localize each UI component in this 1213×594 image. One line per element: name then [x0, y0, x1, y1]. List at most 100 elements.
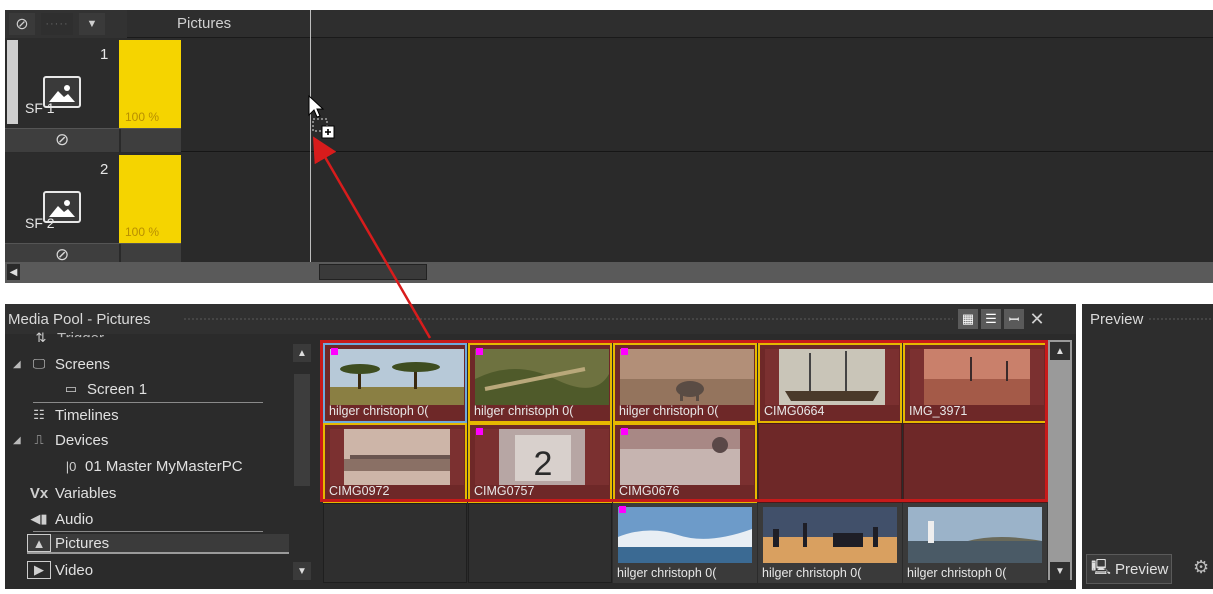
media-caption: hilger christoph 0(	[907, 566, 1007, 580]
media-caption: CIMG0676	[619, 484, 680, 498]
thumbnail-marina	[330, 429, 464, 485]
track-header[interactable]: 2 SF 2 100 % ⊘	[5, 153, 181, 268]
divider	[33, 402, 263, 403]
pictures-icon: ▲	[27, 534, 51, 552]
dropdown-button[interactable]: ▼	[79, 13, 105, 35]
marker	[621, 428, 628, 435]
app-root: ⊘ ····· ▼ Pictures 1 SF 1 100 % ⊘ 2 SF 2…	[0, 0, 1213, 594]
tab-preview[interactable]: 🖳 Preview	[1086, 554, 1172, 584]
close-icon[interactable]: ✕	[1027, 309, 1047, 329]
tree-item-video[interactable]: ▶ Video	[27, 561, 93, 579]
media-item[interactable]: hilger christoph 0(	[468, 343, 612, 423]
tree-scrollbar[interactable]: ▲ ▼	[293, 344, 311, 580]
preview-panel: Preview 🖳 Preview ⚙	[1082, 304, 1213, 589]
tree-item-audio[interactable]: ◀▮ Audio	[27, 510, 93, 528]
thumbnail-dock: 2	[475, 429, 609, 485]
track-label: SF 1	[25, 100, 55, 116]
media-item-empty[interactable]	[323, 503, 467, 583]
scroll-left-arrow-icon[interactable]: ◀	[7, 264, 20, 280]
scroll-up-arrow-icon[interactable]: ▲	[1050, 342, 1070, 360]
scroll-thumb[interactable]	[319, 264, 427, 280]
media-pool-titlebar[interactable]: Media Pool - Pictures ▦ ☰ ꟷ ✕	[5, 304, 1076, 334]
tree-item-pictures[interactable]: ▲ Pictures	[27, 534, 289, 554]
marker	[331, 348, 338, 355]
tree-item-screens[interactable]: ◢ 🖵 Screens	[13, 355, 110, 373]
tab-label: Preview	[1115, 560, 1169, 578]
divider	[33, 531, 263, 532]
media-tree: ⇅ Trigger ◢ 🖵 Screens ▭ Screen 1 ☷ Timeli…	[5, 330, 317, 589]
scroll-up-arrow-icon[interactable]: ▲	[293, 344, 311, 362]
tree-item-label: Audio	[55, 510, 94, 528]
expand-triangle-icon[interactable]: ◢	[13, 359, 27, 370]
tree-item-variables[interactable]: Vx Variables	[27, 484, 117, 502]
opacity-value: 100 %	[125, 110, 160, 124]
audio-icon: ◀▮	[30, 511, 48, 526]
panel-buttons: ▦ ☰ ꟷ ✕	[958, 309, 1047, 329]
pin-icon[interactable]: ꟷ	[1004, 309, 1024, 329]
tree-item-master[interactable]: |0 01 Master MyMasterPC	[61, 457, 243, 475]
tree-item-label: Screens	[55, 355, 111, 373]
media-item-empty[interactable]	[903, 423, 1047, 503]
media-item[interactable]: hilger christoph 0(	[613, 343, 757, 423]
grid-scrollbar[interactable]: ▲ ▼	[1048, 340, 1072, 580]
media-caption: IMG_3971	[909, 404, 968, 418]
track-2[interactable]: 2 SF 2 100 % ⊘	[5, 153, 1213, 268]
thumbnail-elephant	[620, 349, 754, 405]
tree-item-screen-1[interactable]: ▭ Screen 1	[59, 380, 147, 398]
tree-item-label: Timelines	[55, 406, 119, 424]
tree-item-label: Pictures	[55, 534, 110, 552]
gear-icon[interactable]: ⚙	[1193, 557, 1209, 578]
tree-item-devices[interactable]: ◢ ⎍ Devices	[13, 431, 108, 449]
track-label: SF 2	[25, 215, 55, 231]
media-item[interactable]: hilger christoph 0(	[903, 503, 1047, 583]
scroll-thumb[interactable]	[294, 374, 310, 486]
divider	[119, 129, 121, 153]
titlebar-grip	[183, 317, 953, 322]
variables-icon: Vx	[29, 484, 49, 502]
media-item[interactable]: IMG_3971	[903, 343, 1047, 423]
thumbnail-forest	[475, 349, 609, 405]
tree-item-timelines[interactable]: ☷ Timelines	[27, 406, 119, 424]
marker	[476, 428, 483, 435]
media-item-empty[interactable]	[758, 423, 902, 503]
devices-icon: ⎍	[34, 432, 44, 447]
tree-item-trigger[interactable]: ⇅ Trigger	[15, 329, 104, 347]
list-view-icon[interactable]: ☰	[981, 309, 1001, 329]
media-item-empty[interactable]	[468, 503, 612, 583]
tree-item-label: Variables	[55, 484, 117, 502]
media-item[interactable]: CIMG0972	[323, 423, 467, 503]
media-item[interactable]: hilger christoph 0(	[758, 503, 902, 583]
marker	[476, 348, 483, 355]
expand-triangle-icon[interactable]: ◢	[13, 435, 27, 446]
ban-icon[interactable]: ⊘	[9, 13, 35, 35]
preview-title: Preview	[1090, 311, 1144, 328]
media-item[interactable]: CIMG0664	[758, 343, 902, 423]
media-caption: CIMG0757	[474, 484, 535, 498]
grid-view-icon[interactable]: ▦	[958, 309, 978, 329]
timelines-icon: ☷	[33, 407, 45, 422]
thumbnail-lighthouse	[908, 507, 1042, 563]
track-1[interactable]: 1 SF 1 100 % ⊘	[5, 38, 1213, 153]
media-caption: hilger christoph 0(	[329, 404, 429, 418]
scroll-down-arrow-icon[interactable]: ▼	[293, 562, 311, 580]
timeline-scrollbar[interactable]: ◀	[5, 262, 1213, 283]
thumbnail-coast	[618, 507, 752, 563]
media-item[interactable]: CIMG0676	[613, 423, 757, 503]
media-item[interactable]: hilger christoph 0(	[323, 343, 467, 423]
track-number: 2	[100, 161, 109, 178]
media-item[interactable]: 2 CIMG0757	[468, 423, 612, 503]
timeline-panel: ⊘ ····· ▼ Pictures 1 SF 1 100 % ⊘ 2 SF 2…	[5, 10, 1213, 283]
scroll-down-arrow-icon[interactable]: ▼	[1050, 562, 1070, 580]
ban-icon[interactable]: ⊘	[55, 130, 69, 150]
tree-item-label: 01 Master MyMasterPC	[85, 457, 243, 475]
track-header[interactable]: 1 SF 1 100 % ⊘	[5, 38, 181, 153]
track-footer: ⊘	[5, 128, 181, 153]
tree-item-label: Devices	[55, 431, 109, 449]
media-item[interactable]: hilger christoph 0(	[613, 503, 757, 583]
thumbnail-harbor	[910, 349, 1044, 405]
monitor-icon: 🖳	[1091, 558, 1112, 576]
grip-handle[interactable]: ·····	[41, 13, 73, 35]
media-caption: CIMG0972	[329, 484, 390, 498]
device-icon: |0	[65, 458, 77, 474]
thumbnail-savanna	[330, 349, 464, 405]
